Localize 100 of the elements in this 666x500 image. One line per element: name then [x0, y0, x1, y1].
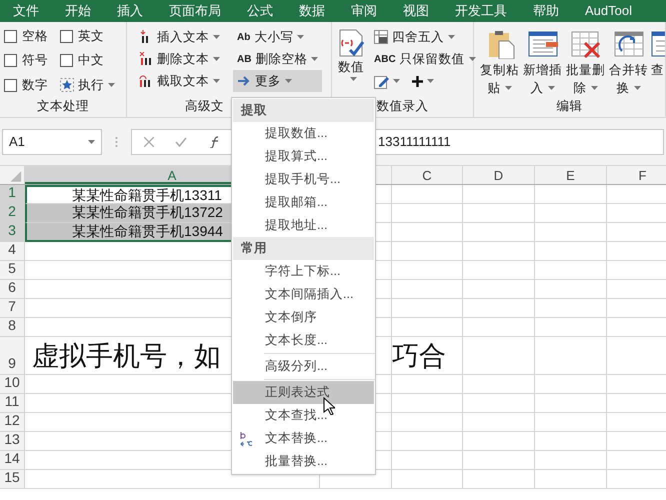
trim-spaces-button[interactable]: AB 删除空格	[233, 48, 322, 70]
table-delete-icon	[570, 29, 600, 59]
group-label: 数值录入	[376, 98, 428, 115]
table-cell	[535, 204, 607, 223]
row-header[interactable]: 10	[0, 375, 25, 394]
row-header[interactable]: 14	[0, 451, 25, 470]
table-insert-icon	[528, 29, 558, 59]
row-header[interactable]: 5	[0, 261, 25, 280]
menu-section-header: 提取	[233, 99, 374, 122]
plus-icon	[412, 76, 423, 86]
insert-rows-button[interactable]: 新增插 入	[522, 26, 563, 97]
table-cell	[392, 299, 463, 318]
menu-item[interactable]: 正则表达式	[233, 381, 374, 404]
table-cell	[463, 204, 535, 223]
bars-icon	[139, 74, 153, 88]
menu-tab[interactable]: 帮助	[520, 1, 572, 21]
table-cell	[463, 261, 535, 280]
name-box[interactable]: A1	[2, 128, 102, 154]
row-header[interactable]: 8	[0, 318, 25, 337]
row-header[interactable]: 13	[0, 432, 25, 451]
column-header[interactable]: D	[463, 166, 535, 184]
table-cell	[392, 413, 463, 432]
find-button[interactable]: 查	[651, 26, 665, 97]
menu-item[interactable]: 批量替换...	[233, 450, 374, 473]
column-header[interactable]: E	[535, 166, 607, 184]
row-header[interactable]: 4	[0, 242, 25, 261]
table-cell	[463, 223, 535, 242]
menu-section-header: 常用	[233, 237, 374, 260]
menu-tab[interactable]: 插入	[104, 1, 156, 21]
menu-tab[interactable]: 页面布局	[156, 1, 234, 21]
menu-tab[interactable]: 开始	[52, 1, 104, 21]
checkbox[interactable]: 中文	[60, 50, 122, 72]
delete-rows-button[interactable]: 批量删 除	[565, 26, 606, 97]
table-cell	[392, 451, 463, 470]
edit-dropdown[interactable]	[374, 74, 400, 88]
numbers-only-button[interactable]: ABC 只保留数值	[370, 48, 480, 70]
table-cell	[535, 242, 607, 261]
caret-icon	[108, 83, 115, 88]
menu-tab[interactable]: 文件	[0, 1, 52, 21]
table-cell	[392, 204, 463, 223]
menu-tab[interactable]: 公式	[234, 1, 286, 21]
row-header[interactable]: 3	[0, 223, 25, 242]
menu-item[interactable]: 文本间隔插入...	[233, 283, 374, 306]
run-button[interactable]: 执行	[60, 74, 122, 96]
table-cell	[392, 375, 463, 394]
star-icon	[60, 78, 74, 92]
menu-item[interactable]: 提取数值...	[233, 122, 374, 145]
menu-item[interactable]: 提取算式...	[233, 145, 374, 168]
checkbox[interactable]: 英文	[60, 26, 122, 47]
formula-text: 13311111111	[378, 132, 451, 151]
row-header[interactable]: 15	[0, 470, 25, 489]
menu-item[interactable]: 文本查找...	[233, 404, 374, 427]
caret-icon	[427, 79, 434, 83]
cursor-icon	[323, 397, 335, 415]
delete-text-button[interactable]: 删除文本	[135, 48, 231, 70]
add-dropdown[interactable]	[412, 76, 434, 86]
value-button[interactable]: 数值	[336, 26, 366, 97]
row-header[interactable]: 1	[0, 185, 25, 204]
row-header[interactable]: 11	[0, 394, 25, 413]
column-header[interactable]: F	[607, 166, 666, 184]
table-cell	[463, 470, 535, 489]
menu-item[interactable]: 字符上下标...	[233, 260, 374, 283]
menu-item[interactable]: 文本替换...	[233, 427, 374, 450]
row-header[interactable]: 7	[0, 299, 25, 318]
table-cell	[463, 451, 535, 470]
caret-icon	[213, 35, 220, 39]
caret-icon	[350, 76, 356, 81]
checkbox[interactable]: 数字	[4, 74, 60, 96]
table-cell	[535, 394, 607, 413]
more-button[interactable]: 更多	[233, 70, 322, 92]
menu-tab[interactable]: 审阅	[338, 1, 390, 21]
checkbox[interactable]: 符号	[4, 50, 60, 72]
confirm-icon	[175, 136, 187, 146]
menu-item[interactable]: 文本倒序	[233, 306, 374, 329]
menu-tab[interactable]: 视图	[390, 1, 442, 21]
row-header[interactable]: 6	[0, 280, 25, 299]
table-cell	[535, 413, 607, 432]
row-header[interactable]: 12	[0, 413, 25, 432]
caret-icon	[448, 35, 455, 39]
menu-tab[interactable]: 数据	[286, 1, 338, 21]
insert-text-button[interactable]: 插入文本	[135, 26, 231, 48]
table-cell	[463, 318, 535, 337]
table-cell	[463, 299, 535, 318]
row-header[interactable]: 2	[0, 204, 25, 223]
grid-icon	[374, 30, 388, 44]
row-header[interactable]: 9	[0, 337, 25, 375]
convert-button[interactable]: 合并转 换	[608, 26, 649, 97]
menu-tab[interactable]: 开发工具	[442, 1, 520, 21]
case-button[interactable]: Ab 大小写	[233, 26, 322, 48]
round-off-button[interactable]: 四舍五入	[370, 26, 480, 48]
column-header[interactable]: C	[392, 166, 463, 184]
menu-tab[interactable]: AudTool	[572, 1, 645, 21]
table-cell	[392, 318, 463, 337]
paste-button[interactable]: 复制粘 贴	[479, 26, 520, 97]
caret-icon	[285, 79, 292, 83]
group-label: 高级文	[185, 98, 224, 115]
table-cell	[535, 223, 607, 242]
extract-text-button[interactable]: 截取文本	[135, 70, 231, 92]
table-cell	[392, 261, 463, 280]
checkbox[interactable]: 空格	[4, 26, 60, 47]
